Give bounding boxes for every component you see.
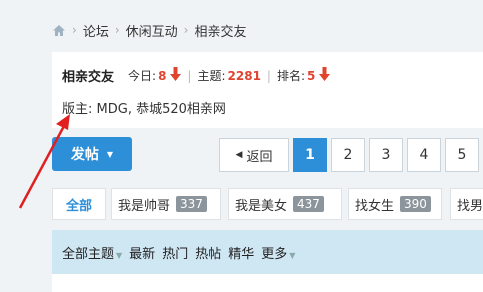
breadcrumb-item-forum[interactable]: 论坛 — [83, 21, 109, 40]
page-4-button[interactable]: 4 — [407, 138, 441, 172]
topics-count: 2281 — [227, 68, 261, 83]
breadcrumb: › 论坛 › 休闲互动 › 相亲交友 — [52, 18, 246, 42]
count-badge: 390 — [400, 196, 431, 212]
topics-label: 主题: — [197, 69, 226, 83]
category-beauty[interactable]: 我是美女 437 — [228, 188, 342, 220]
rank-value: 5 — [307, 68, 316, 83]
category-label: 全部 — [65, 198, 92, 214]
forum-title: 相亲交友 — [62, 70, 115, 85]
all-topics-dropdown[interactable]: 全部主题 ▼ — [62, 243, 122, 262]
new-post-button[interactable]: 发帖 ▼ — [52, 137, 132, 171]
thread-filter-bar: 全部主题 ▼ 最新 热门 热帖 精华 更多 ▼ — [52, 230, 483, 274]
caret-left-icon: ◀ — [235, 150, 243, 160]
forum-info-panel: 相亲交友 今日: 8 | 主题: 2281 | 排名: 5 版主: MDG, 恭… — [52, 52, 483, 128]
category-label: 我是美女 — [235, 198, 288, 214]
chevron-right-icon: › — [183, 23, 189, 37]
thread-list-area — [52, 274, 483, 292]
filter-hot[interactable]: 热帖 — [195, 243, 221, 262]
chevron-right-icon: › — [114, 23, 120, 37]
category-label: 找女生 — [355, 198, 395, 214]
more-dropdown[interactable]: 更多 ▼ — [261, 243, 295, 262]
rank-label: 排名: — [276, 69, 306, 83]
new-post-label: 发帖 — [70, 147, 99, 163]
category-all[interactable]: 全部 — [52, 188, 106, 220]
today-label: 今日: — [128, 69, 157, 83]
forum-stats: 相亲交友 今日: 8 | 主题: 2281 | 排名: 5 — [62, 66, 331, 85]
caret-down-icon: ▼ — [106, 149, 114, 159]
filter-latest[interactable]: 最新 — [129, 243, 155, 262]
page-1-button[interactable]: 1 — [293, 138, 327, 172]
category-label: 我是帅哥 — [118, 198, 171, 214]
page-2-button[interactable]: 2 — [331, 138, 365, 172]
filter-digest[interactable]: 精华 — [228, 243, 254, 262]
category-label: 找男 — [457, 198, 483, 214]
divider: | — [187, 68, 192, 83]
breadcrumb-item-leisure[interactable]: 休闲互动 — [126, 21, 178, 40]
home-icon[interactable] — [52, 24, 66, 37]
today-count: 8 — [158, 68, 167, 83]
chevron-right-icon: › — [72, 23, 77, 37]
count-badge: 437 — [293, 196, 324, 212]
back-label: 返回 — [246, 149, 273, 165]
back-button[interactable]: ◀ 返回 — [219, 138, 289, 172]
filter-popular[interactable]: 热门 — [162, 243, 188, 262]
page-5-button[interactable]: 5 — [445, 138, 479, 172]
moderators-line: 版主: MDG, 恭城520相亲网 — [62, 102, 226, 117]
category-find-girl[interactable]: 找女生 390 — [348, 188, 442, 220]
more-label: 更多 — [261, 246, 288, 262]
arrow-down-icon — [170, 67, 182, 84]
all-topics-label: 全部主题 — [62, 246, 115, 262]
breadcrumb-item-dating[interactable]: 相亲交友 — [194, 21, 246, 40]
caret-down-icon: ▼ — [289, 250, 296, 260]
category-find-boy[interactable]: 找男 — [450, 188, 483, 220]
arrow-down-icon — [319, 67, 331, 84]
count-badge: 337 — [176, 196, 207, 212]
divider: | — [266, 68, 271, 83]
category-handsome[interactable]: 我是帅哥 337 — [111, 188, 221, 220]
page-3-button[interactable]: 3 — [369, 138, 403, 172]
caret-down-icon: ▼ — [116, 250, 123, 260]
